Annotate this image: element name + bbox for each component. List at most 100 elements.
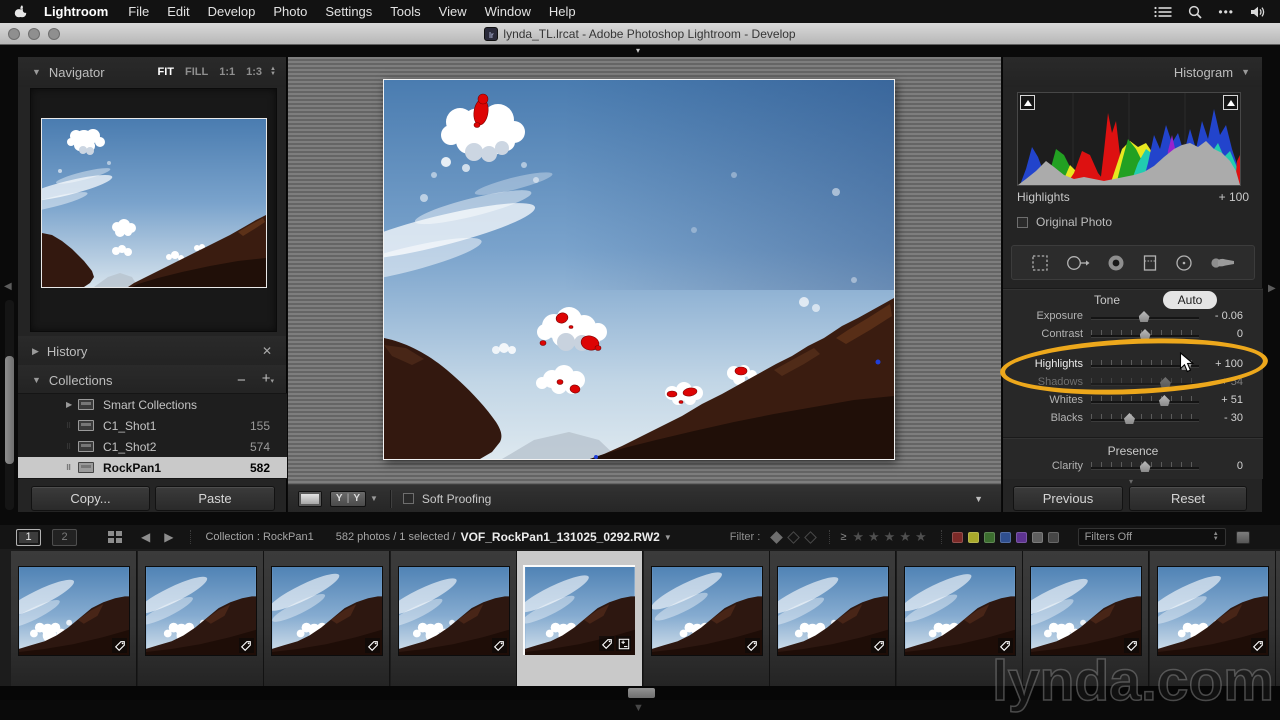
rating-operator[interactable]: ≥ [840, 531, 846, 543]
search-icon[interactable] [1188, 5, 1203, 19]
color-label-icon[interactable] [999, 531, 1011, 543]
keyword-tag-badge-icon[interactable] [744, 638, 760, 653]
more-icon[interactable]: ••• [1218, 5, 1234, 19]
zoom-mode-1:1[interactable]: 1:1 [219, 66, 235, 78]
paste-button[interactable]: Paste [155, 486, 275, 511]
zoom-stepper-icon[interactable]: ▲ ▼ [270, 66, 276, 77]
star-filter-icon[interactable]: ★ [915, 529, 931, 545]
slider-thumb[interactable] [1138, 311, 1150, 322]
collection-item[interactable]: ⠿ RockPan1 582 [18, 457, 287, 478]
adjustment-brush-icon[interactable] [1210, 256, 1236, 270]
apple-menu-icon[interactable] [14, 4, 27, 19]
filmstrip-thumbnail[interactable] [268, 566, 383, 656]
keyword-tag-badge-icon[interactable] [112, 638, 127, 653]
filmstrip-cell[interactable] [1276, 551, 1280, 686]
menu-window[interactable]: Window [476, 0, 540, 23]
slider-contrast[interactable]: Contrast 0 [1003, 325, 1263, 345]
filmstrip-thumbnail[interactable] [767, 566, 889, 656]
menu-help[interactable]: Help [540, 0, 585, 23]
collection-breadcrumb[interactable]: Collection : RockPan1 [205, 531, 313, 543]
color-label-icon[interactable] [1015, 531, 1027, 543]
zoom-mode-fill[interactable]: FILL [185, 66, 208, 78]
slider-exposure[interactable]: Exposure - 0.06 [1003, 307, 1263, 327]
menu-tools[interactable]: Tools [381, 0, 429, 23]
menu-view[interactable]: View [430, 0, 476, 23]
filmstrip-collapse-icon[interactable]: ▼ [633, 702, 644, 714]
keyword-tag-badge-icon[interactable] [599, 636, 614, 651]
filename-dropdown-icon[interactable]: ▼ [664, 533, 672, 542]
top-panel-collapse-icon[interactable]: ▾ [636, 47, 640, 55]
previous-button[interactable]: Previous [1013, 486, 1123, 511]
graduated-filter-icon[interactable] [1142, 254, 1158, 272]
menu-file[interactable]: File [119, 0, 158, 23]
history-header[interactable]: ▶ History ✕ [18, 336, 286, 366]
slider-track[interactable] [1091, 419, 1199, 421]
menu-lightroom[interactable]: Lightroom [33, 0, 119, 23]
shadow-clipping-icon[interactable] [1020, 95, 1035, 110]
before-after-dropdown-icon[interactable]: ▼ [370, 494, 378, 503]
grid-view-icon[interactable] [108, 531, 122, 543]
adjustments-badge-icon[interactable] [616, 636, 631, 651]
flag-filter-icon[interactable] [804, 530, 818, 544]
filter-lock-icon[interactable] [1235, 530, 1250, 544]
window-title-bar[interactable]: lr lynda_TL.lrcat - Adobe Photoshop Ligh… [0, 23, 1280, 45]
zoom-mode-fit[interactable]: FIT [158, 66, 175, 78]
menu-settings[interactable]: Settings [316, 0, 381, 23]
list-icon[interactable] [1154, 6, 1172, 18]
main-photo[interactable] [383, 79, 895, 460]
slider-clarity[interactable]: Clarity 0 [1003, 457, 1263, 477]
slider-blacks[interactable]: Blacks - 30 [1003, 409, 1263, 429]
flag-filter-icon[interactable] [787, 530, 801, 544]
filters-dropdown[interactable]: Filters Off ▲ ▼ [1077, 528, 1226, 546]
filmstrip-thumbnail[interactable] [518, 565, 636, 656]
histogram-header[interactable]: Histogram ▼ [1003, 57, 1262, 87]
filmstrip-cell[interactable] [136, 551, 264, 686]
keyword-tag-badge-icon[interactable] [871, 638, 886, 653]
filmstrip-cell[interactable] [643, 551, 770, 686]
keyword-tag-badge-icon[interactable] [491, 638, 507, 653]
slider-highlights[interactable]: Highlights + 100 [1003, 355, 1263, 375]
star-filter-icon[interactable]: ★ [899, 529, 915, 545]
color-label-icon[interactable] [967, 531, 979, 543]
before-after-icon[interactable]: Y | Y [330, 490, 366, 507]
menu-edit[interactable]: Edit [158, 0, 198, 23]
menu-photo[interactable]: Photo [264, 0, 316, 23]
filmstrip-thumbnail[interactable] [1149, 566, 1269, 656]
keyword-tag-badge-icon[interactable] [365, 638, 380, 653]
keyword-tag-badge-icon[interactable] [238, 638, 254, 653]
left-scrollbar-thumb[interactable] [5, 356, 14, 464]
toolbar-options-icon[interactable]: ▼ [974, 494, 983, 504]
reset-button[interactable]: Reset [1129, 486, 1247, 511]
previous-photo-icon[interactable]: ◀ [141, 530, 150, 544]
next-photo-icon[interactable]: ▶ [164, 530, 173, 544]
collection-item[interactable]: ⠿ C1_Shot2 574 [18, 436, 287, 457]
loupe-view-icon[interactable] [298, 490, 322, 507]
slider-track[interactable] [1091, 401, 1199, 403]
color-label-icon[interactable] [1031, 531, 1043, 543]
filmstrip-cell[interactable] [517, 551, 643, 686]
filmstrip-thumbnail[interactable] [650, 566, 763, 656]
add-collection-icon[interactable]: +▾ [262, 371, 274, 389]
filmstrip-cell[interactable] [385, 551, 517, 686]
original-photo-checkbox[interactable] [1017, 216, 1028, 228]
navigator-preview-image[interactable] [41, 118, 267, 288]
flag-filter-icon[interactable] [770, 530, 784, 544]
highlight-clipping-icon[interactable] [1223, 95, 1238, 110]
histogram-chart[interactable] [1018, 93, 1240, 185]
soft-proofing-checkbox[interactable] [402, 493, 414, 504]
remove-collection-icon[interactable]: − [237, 373, 246, 388]
zoom-mode-1:3[interactable]: 1:3 [246, 66, 262, 78]
clear-history-icon[interactable]: ✕ [262, 344, 272, 358]
filmstrip-thumbnail[interactable] [900, 566, 1016, 656]
filmstrip-cell[interactable] [767, 551, 896, 686]
navigator-header[interactable]: ▼ Navigator FIT FILL 1:1 1:3 ▲ ▼ [18, 57, 286, 87]
collection-item[interactable]: ▶ Smart Collections [18, 394, 287, 415]
volume-icon[interactable] [1250, 6, 1266, 18]
collections-header[interactable]: ▼ Collections − +▾ [18, 365, 286, 395]
star-filter-icon[interactable]: ★ [868, 529, 884, 545]
star-filter-icon[interactable]: ★ [852, 529, 868, 545]
color-label-icon[interactable] [1047, 531, 1059, 543]
color-label-icon[interactable] [951, 531, 963, 543]
slider-track[interactable] [1091, 383, 1199, 385]
slider-shadows[interactable]: Shadows + 54 [1003, 373, 1263, 393]
